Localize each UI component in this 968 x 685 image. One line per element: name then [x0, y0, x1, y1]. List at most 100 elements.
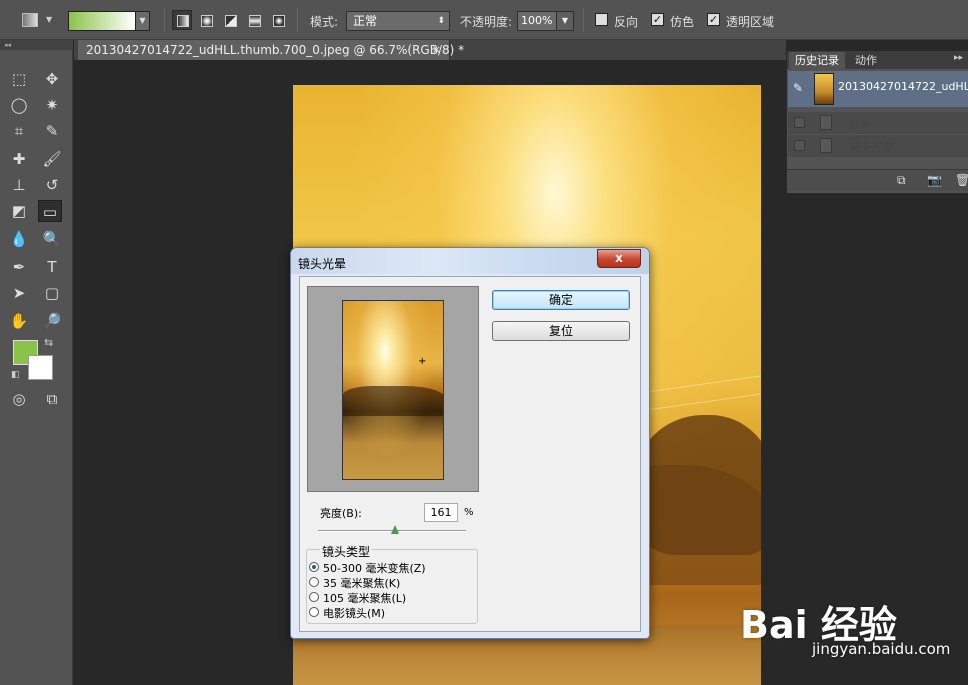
shape-tool-icon[interactable]: ▢: [40, 282, 64, 304]
separator: [297, 8, 298, 32]
chevron-down-icon: ▼: [46, 15, 53, 24]
crop-tool-icon[interactable]: ⌗: [7, 120, 31, 142]
transparency-checkbox[interactable]: ✓: [707, 13, 720, 26]
lens-radio-50-300[interactable]: [309, 562, 319, 572]
dodge-tool-icon[interactable]: 🔍: [40, 228, 64, 250]
separator: [583, 8, 584, 32]
tree-silhouette: [343, 386, 443, 416]
panel-header: 历史记录 动作 ▸▸: [787, 51, 968, 69]
angle-gradient-button[interactable]: [220, 10, 240, 30]
screen-mode-icon[interactable]: ⧉: [40, 388, 64, 410]
tab-history[interactable]: 历史记录: [789, 52, 845, 69]
path-selection-tool-icon[interactable]: ➤: [7, 282, 31, 304]
chevron-updown-icon: ⬍: [437, 16, 445, 26]
reverse-label: 反向: [614, 15, 639, 29]
default-colors-icon[interactable]: ◧: [11, 370, 20, 380]
lens-option-label: 50-300 毫米变焦(Z): [323, 562, 426, 575]
background-color-swatch[interactable]: [28, 355, 53, 380]
camera-icon[interactable]: 📷: [927, 173, 942, 187]
transparency-label: 透明区域: [726, 15, 775, 29]
flare-preview-image[interactable]: +: [342, 300, 444, 480]
dither-checkbox[interactable]: ✓: [651, 13, 664, 26]
trash-icon[interactable]: 🗑: [955, 173, 968, 187]
flare-preview: +: [307, 286, 479, 492]
radial-gradient-button[interactable]: [196, 10, 216, 30]
dialog-body: + 确定 复位 亮度(B): 161 % 镜头类型 50-300 毫米变焦(Z)…: [299, 276, 641, 632]
history-state-open[interactable]: 打开: [788, 112, 968, 134]
linear-gradient-button[interactable]: [172, 10, 192, 30]
reflected-gradient-icon: [249, 15, 261, 27]
marquee-tool-icon[interactable]: ⬚: [7, 68, 31, 90]
history-brush-checkbox[interactable]: [794, 117, 805, 128]
history-snapshot[interactable]: ✎ 20130427014722_udHLL...: [788, 71, 968, 107]
dialog-titlebar[interactable]: 镜头光晕 x: [291, 248, 649, 274]
zoom-tool-icon[interactable]: 🔎: [40, 310, 64, 332]
tab-actions[interactable]: 动作: [849, 52, 883, 69]
reverse-checkbox[interactable]: [595, 13, 608, 26]
type-tool-icon[interactable]: T: [40, 256, 64, 278]
diamond-gradient-button[interactable]: [268, 10, 288, 30]
mode-label: 模式:: [310, 15, 339, 29]
document-tab[interactable]: 20130427014722_udHLL.thumb.700_0.jpeg @ …: [78, 40, 464, 60]
history-brush-tool-icon[interactable]: ↺: [40, 174, 64, 196]
quick-mask-icon[interactable]: ◎: [7, 388, 31, 410]
lens-radio-movie[interactable]: [309, 607, 319, 617]
eyedropper-tool-icon[interactable]: ✎: [40, 120, 64, 142]
document-icon: [820, 138, 832, 153]
gradient-tool-icon[interactable]: ▭: [38, 200, 62, 222]
watermark-url: jingyan.baidu.com: [812, 640, 951, 658]
eraser-tool-icon[interactable]: ◩: [7, 200, 31, 222]
angle-gradient-icon: [225, 15, 237, 27]
mode-value: 正常: [353, 14, 378, 28]
history-brush-source-icon[interactable]: ✎: [793, 81, 803, 95]
options-bar: ▼ ▼ 模式: 正常 ⬍ 不透明度: 100% ▼ 反向 ✓ 仿色 ✓ 透明区域: [0, 0, 968, 40]
ok-button[interactable]: 确定: [492, 290, 630, 310]
lens-radio-35[interactable]: [309, 577, 319, 587]
brightness-input[interactable]: 161: [424, 503, 458, 522]
history-state-label: 镜头光晕: [848, 141, 892, 154]
lasso-tool-icon[interactable]: ◯: [7, 94, 31, 116]
tree-silhouette: [633, 415, 761, 555]
lens-option-label: 105 毫米聚焦(L): [323, 592, 407, 605]
reflected-gradient-button[interactable]: [244, 10, 264, 30]
hand-tool-icon[interactable]: ✋: [7, 310, 31, 332]
swap-colors-icon[interactable]: ⇆: [44, 336, 53, 349]
tool-preset-picker[interactable]: ▼: [20, 11, 52, 31]
history-brush-checkbox[interactable]: [794, 140, 805, 151]
panel-footer: ⧉ 📷 🗑: [787, 169, 968, 191]
brush-tool-icon[interactable]: 🖌: [40, 148, 64, 170]
lens-radio-105[interactable]: [309, 592, 319, 602]
mode-select[interactable]: 正常 ⬍: [346, 11, 450, 31]
blur-tool-icon[interactable]: 💧: [7, 228, 31, 250]
move-tool-icon[interactable]: ✥: [40, 68, 64, 90]
close-button[interactable]: x: [597, 249, 641, 268]
lens-type-title: 镜头类型: [320, 543, 373, 560]
close-icon[interactable]: ×: [432, 40, 441, 60]
lens-option-label: 电影镜头(M): [323, 607, 386, 620]
pen-tool-icon[interactable]: ✒: [7, 256, 31, 278]
opacity-input[interactable]: 100%: [517, 11, 557, 31]
opacity-label: 不透明度:: [460, 15, 513, 29]
reset-button[interactable]: 复位: [492, 321, 630, 341]
lens-flare-dialog: 镜头光晕 x + 确定 复位 亮度(B): 161 % 镜头类型 50-300 …: [290, 247, 650, 639]
percent-label: %: [464, 507, 474, 518]
history-state-lens-flare[interactable]: 镜头光晕: [788, 135, 968, 157]
document-tab-bar: 20130427014722_udHLL.thumb.700_0.jpeg @ …: [74, 40, 786, 60]
snapshot-thumbnail: [814, 73, 834, 105]
magic-wand-tool-icon[interactable]: ✷: [40, 94, 64, 116]
history-state-label: 打开: [848, 118, 870, 131]
clone-stamp-tool-icon[interactable]: ⊥: [7, 174, 31, 196]
linear-gradient-icon: [177, 15, 189, 27]
opacity-dropdown[interactable]: ▼: [556, 11, 574, 31]
lens-option-label: 35 毫米聚焦(K): [323, 577, 401, 590]
dialog-title: 镜头光晕: [298, 257, 347, 271]
healing-brush-tool-icon[interactable]: ✚: [7, 148, 31, 170]
panel-menu-icon[interactable]: ▸▸: [954, 53, 963, 63]
new-document-from-state-icon[interactable]: ⧉: [897, 173, 906, 188]
gradient-preview[interactable]: [68, 11, 136, 31]
flare-center-crosshair-icon[interactable]: +: [418, 357, 426, 367]
document-tab-label: 20130427014722_udHLL.thumb.700_0.jpeg @ …: [86, 43, 465, 57]
brightness-slider-thumb[interactable]: [391, 525, 400, 534]
collapse-icon[interactable]: ◂◂: [0, 40, 73, 50]
gradient-picker-dropdown[interactable]: ▼: [136, 11, 150, 31]
